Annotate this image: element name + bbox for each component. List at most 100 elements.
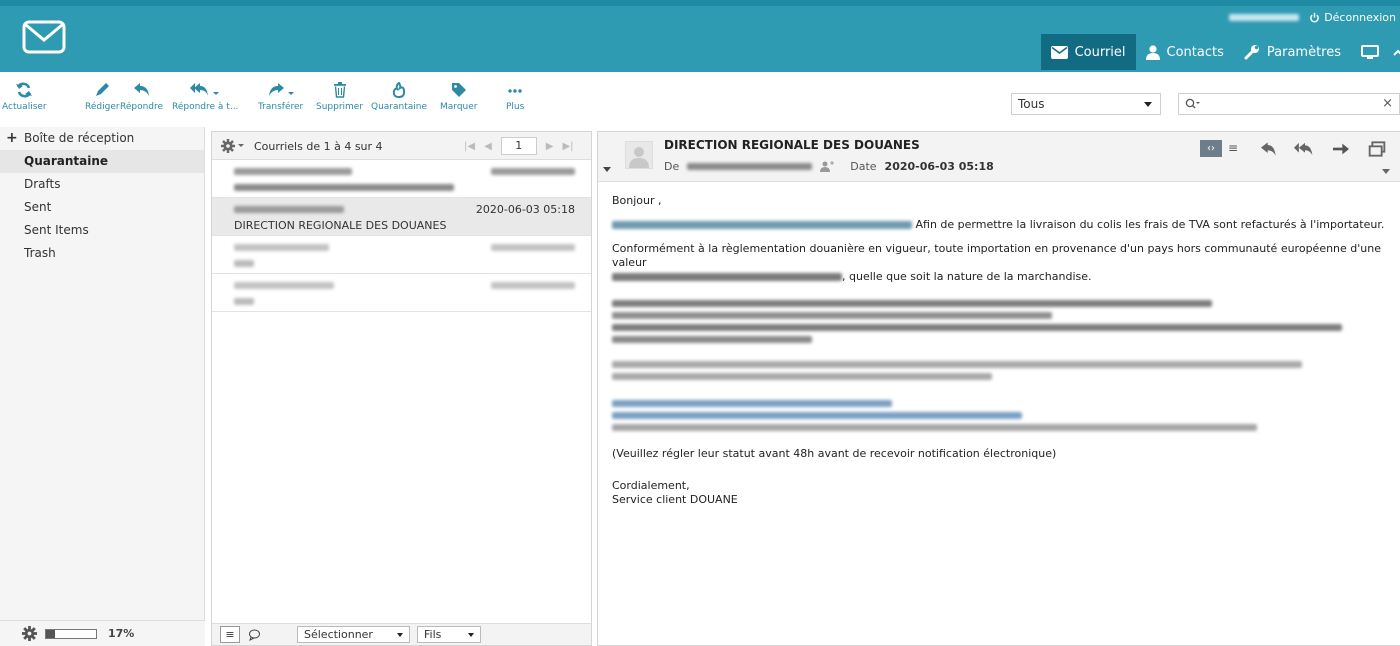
more-label: Plus [506, 102, 525, 112]
add-contact-icon[interactable] [820, 161, 835, 172]
threads-dropdown-label: Fils [424, 628, 442, 641]
folder-sent-items[interactable]: Sent Items [0, 219, 204, 242]
search-clear-icon[interactable]: × [1382, 96, 1393, 111]
message-subject [234, 257, 254, 270]
body-text-2-end: , quelle que soit la nature de la marcha… [842, 270, 1092, 283]
quota-text: 17% [108, 627, 135, 640]
comment-icon[interactable] [248, 628, 261, 641]
forward-label: Transférer [258, 102, 304, 112]
message-header: DIRECTION REGIONALE DES DOUANES De Date … [598, 132, 1400, 182]
date-value: 2020-06-03 05:18 [884, 160, 994, 173]
search-icon[interactable] [1185, 98, 1201, 110]
refresh-button[interactable]: Actualiser [2, 82, 47, 112]
message-from [234, 165, 352, 178]
logout-label: Déconnexion [1324, 10, 1396, 24]
quarantine-button[interactable]: Quarantaine [371, 82, 427, 112]
message-body: Bonjour , Afin de permettre la livraison… [598, 182, 1400, 529]
forward-button[interactable]: Transférer [258, 82, 303, 112]
reading-pane: DIRECTION REGIONALE DES DOUANES De Date … [597, 131, 1400, 646]
last-page-icon[interactable]: ▶| [562, 141, 573, 152]
message-meta: De Date 2020-06-03 05:18 [664, 160, 994, 173]
message-date [491, 241, 575, 254]
message-subject-title: DIRECTION REGIONALE DES DOUANES [664, 138, 920, 152]
list-item[interactable] [212, 160, 591, 198]
from-label: De [664, 160, 680, 173]
from-address[interactable] [687, 160, 813, 173]
reply-all-label: Répondre à t... [172, 102, 239, 112]
message-list: Courriels de 1 à 4 sur 4 |◀ ◀ 1 ▶ ▶| 202… [211, 131, 592, 646]
list-item[interactable] [212, 274, 591, 312]
message-date [491, 279, 575, 292]
nav-parametres-label: Paramètres [1266, 44, 1341, 60]
chevron-down-icon [397, 633, 403, 637]
more-button[interactable]: Plus [506, 82, 524, 112]
folder-label: Sent Items [24, 223, 89, 237]
plain-view-icon[interactable]: ≡ [1222, 140, 1244, 157]
reply-all-button[interactable]: Répondre à t... [172, 82, 238, 112]
top-nav: Courriel Contacts Paramètres [1040, 34, 1400, 70]
pager: |◀ ◀ 1 ▶ ▶| [464, 137, 574, 155]
folder-inbox[interactable]: + Boîte de réception [0, 127, 204, 150]
message-date: 2020-06-03 05:18 [475, 203, 575, 216]
folder-drafts[interactable]: Drafts [0, 173, 204, 196]
refresh-label: Actualiser [2, 102, 47, 112]
pencil-icon [96, 83, 110, 96]
threads-dropdown[interactable]: Fils [417, 626, 481, 643]
filter-select[interactable]: Tous [1011, 93, 1161, 115]
forward-icon[interactable] [1330, 141, 1352, 157]
delete-button[interactable]: Supprimer [316, 82, 363, 112]
gear-icon[interactable] [22, 626, 37, 641]
collapse-icon[interactable] [603, 167, 611, 173]
message-from [234, 241, 329, 254]
expand-plus-icon[interactable]: + [6, 127, 18, 150]
logout-link[interactable]: Déconnexion [1309, 11, 1396, 24]
envelope-icon [1050, 45, 1068, 59]
folder-quarantaine[interactable]: Quarantaine [0, 150, 204, 173]
nav-display[interactable] [1351, 34, 1400, 70]
body-text-1: Afin de permettre la livraison du colis … [915, 218, 1385, 231]
body-text-2: Conformément à la règlementation douaniè… [612, 242, 1382, 269]
user-bar: Déconnexion [1229, 10, 1400, 24]
wrench-icon [1244, 45, 1259, 60]
chevron-down-icon [1144, 102, 1152, 107]
signature: Service client DOUANE [612, 493, 738, 506]
redacted-paragraph [612, 361, 1386, 380]
prev-page-icon[interactable]: ◀ [484, 141, 492, 152]
list-header: Courriels de 1 à 4 sur 4 |◀ ◀ 1 ▶ ▶| [212, 132, 591, 160]
filter-value: Tous [1018, 97, 1045, 111]
select-dropdown[interactable]: Sélectionner [297, 626, 410, 643]
compose-button[interactable]: Rédiger [85, 82, 120, 112]
source-view-icon[interactable]: ‹› [1200, 140, 1222, 157]
redacted-links[interactable] [612, 400, 1386, 431]
nav-parametres[interactable]: Paramètres [1234, 34, 1351, 70]
mark-label: Marquer [440, 102, 478, 112]
open-window-icon[interactable] [1366, 140, 1388, 157]
list-item[interactable]: 2020-06-03 05:18 DIRECTION REGIONALE DES… [212, 198, 591, 236]
list-view-icon[interactable]: ≡ [220, 626, 240, 643]
expand-header-icon[interactable] [1382, 169, 1390, 175]
list-item[interactable] [212, 236, 591, 274]
nav-courriel[interactable]: Courriel [1040, 34, 1136, 70]
mail-logo-icon[interactable] [22, 20, 66, 54]
next-page-icon[interactable]: ▶ [546, 141, 554, 152]
mark-button[interactable]: Marquer [440, 82, 477, 112]
body-paragraph: Afin de permettre la livraison du colis … [612, 218, 1386, 232]
reply-button[interactable]: Répondre [120, 82, 163, 112]
message-date [491, 165, 575, 178]
folder-sent[interactable]: Sent [0, 196, 204, 219]
reply-icon[interactable] [1258, 141, 1280, 157]
first-page-icon[interactable]: |◀ [464, 141, 475, 152]
reply-all-icon[interactable] [1294, 141, 1316, 157]
view-toggle[interactable]: ‹› ≡ [1200, 140, 1244, 157]
app-header: Déconnexion Courriel Contacts Paramètres [0, 0, 1400, 72]
folder-label: Quarantaine [24, 154, 109, 168]
contact-icon [1145, 44, 1160, 60]
list-options-gear-icon[interactable] [221, 139, 245, 153]
search-input[interactable] [1203, 96, 1363, 112]
username [1229, 13, 1300, 21]
quota-fill [46, 630, 55, 638]
select-dropdown-label: Sélectionner [304, 628, 373, 641]
nav-contacts[interactable]: Contacts [1136, 34, 1234, 70]
folder-trash[interactable]: Trash [0, 242, 204, 265]
page-input[interactable]: 1 [500, 137, 537, 155]
